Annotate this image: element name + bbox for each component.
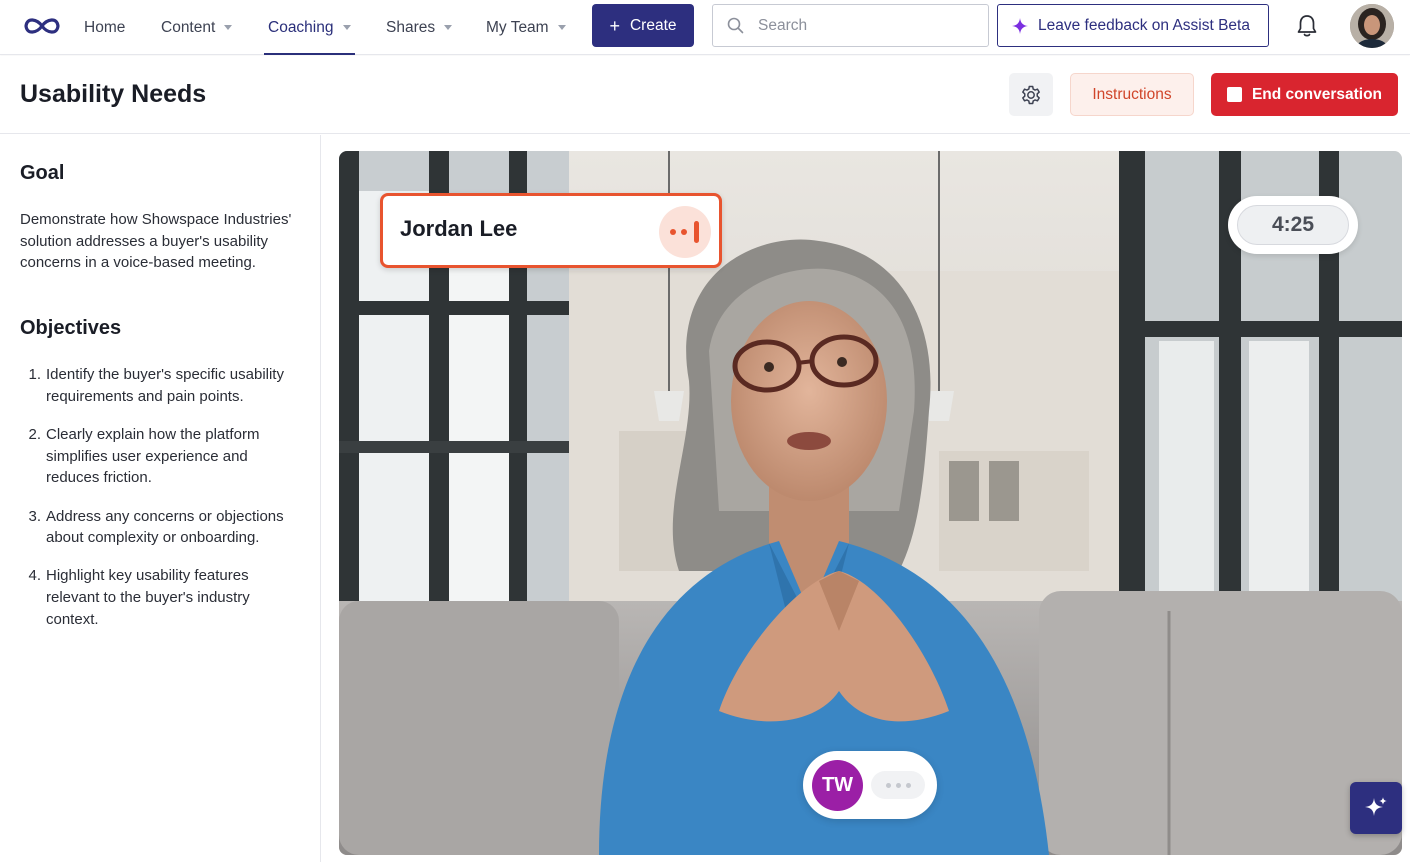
objective-item: 1. Identify the buyer's specific usabili… <box>20 364 305 407</box>
objectives-heading: Objectives <box>20 317 122 339</box>
nav-shares-label: Shares <box>386 18 436 36</box>
page-title: Usability Needs <box>20 80 207 108</box>
infinity-logo-icon[interactable] <box>22 13 62 39</box>
nav-shares[interactable]: Shares <box>386 0 453 55</box>
assist-button[interactable] <box>1350 782 1402 834</box>
objective-text: Identify the buyer's specific usability … <box>46 366 284 405</box>
nav-coaching-label: Coaching <box>268 18 334 36</box>
sparkle-icon <box>1012 17 1028 34</box>
create-label: Create <box>629 16 677 34</box>
nav-home-label: Home <box>84 18 126 36</box>
speaker-name: Jordan Lee <box>400 216 518 241</box>
nav-content[interactable]: Content <box>161 0 233 55</box>
audio-level-graphic <box>670 221 699 243</box>
current-user-pill: TW <box>803 751 937 819</box>
instructions-button[interactable]: Instructions <box>1070 73 1194 116</box>
objective-text: Address any concerns or objections about… <box>46 507 284 547</box>
objective-text: Highlight key usability features relevan… <box>46 567 250 628</box>
caret-down-icon <box>444 25 453 30</box>
leave-feedback-button[interactable]: Leave feedback on Assist Beta <box>997 4 1269 47</box>
feedback-label: Leave feedback on Assist Beta <box>1038 16 1250 34</box>
nav-content-label: Content <box>161 18 216 36</box>
speaker-card: Jordan Lee <box>380 193 722 268</box>
goal-text: Demonstrate how Showspace Industries' so… <box>20 211 292 272</box>
user-initials-avatar: TW <box>812 760 863 811</box>
objective-number: 1. <box>28 366 41 383</box>
settings-button[interactable] <box>1009 73 1053 116</box>
objective-item: 3. Address any concerns or objections ab… <box>20 506 305 549</box>
plus-icon: + <box>609 15 620 36</box>
search-icon <box>727 17 744 34</box>
nav-my-team[interactable]: My Team <box>486 0 566 55</box>
objective-number: 2. <box>28 425 41 443</box>
avatar-photo <box>1350 4 1394 48</box>
end-conversation-button[interactable]: End conversation <box>1211 73 1398 116</box>
instructions-label: Instructions <box>1092 85 1172 103</box>
goal-heading: Goal <box>20 162 65 184</box>
audio-level-icon <box>659 206 711 258</box>
bell-icon[interactable] <box>1296 14 1318 38</box>
objective-item: 4. Highlight key usability features rele… <box>20 565 305 630</box>
caret-down-icon <box>224 25 233 30</box>
objective-number: 3. <box>28 507 41 525</box>
user-avatar[interactable] <box>1350 4 1394 48</box>
gear-icon <box>1022 85 1040 104</box>
scenario-panel: Goal Demonstrate how Showspace Industrie… <box>0 135 321 862</box>
objectives-list: 1. Identify the buyer's specific usabili… <box>20 364 305 647</box>
stop-icon <box>1226 87 1242 102</box>
ellipsis-icon <box>871 771 925 799</box>
nav-my-team-label: My Team <box>486 18 549 36</box>
caret-down-icon <box>557 25 566 30</box>
objective-text: Clearly explain how the platform simplif… <box>46 425 260 487</box>
timer-pill: 4:25 <box>1228 196 1358 254</box>
sparkle-icon <box>1365 797 1387 816</box>
elapsed-timer: 4:25 <box>1237 205 1349 245</box>
page-header: Usability Needs Instructions End convers… <box>0 56 1410 134</box>
nav-coaching[interactable]: Coaching <box>264 0 354 55</box>
objective-item: 2. Clearly explain how the platform simp… <box>20 424 305 489</box>
create-button[interactable]: + Create <box>592 4 694 47</box>
search-input[interactable] <box>758 16 958 35</box>
top-nav: Home Content Coaching Shares My Team + C… <box>0 0 1410 55</box>
nav-home[interactable]: Home <box>84 0 125 55</box>
caret-down-icon <box>342 25 351 30</box>
objective-number: 4. <box>28 567 41 585</box>
search-box[interactable] <box>712 4 989 47</box>
end-conversation-label: End conversation <box>1251 85 1383 103</box>
